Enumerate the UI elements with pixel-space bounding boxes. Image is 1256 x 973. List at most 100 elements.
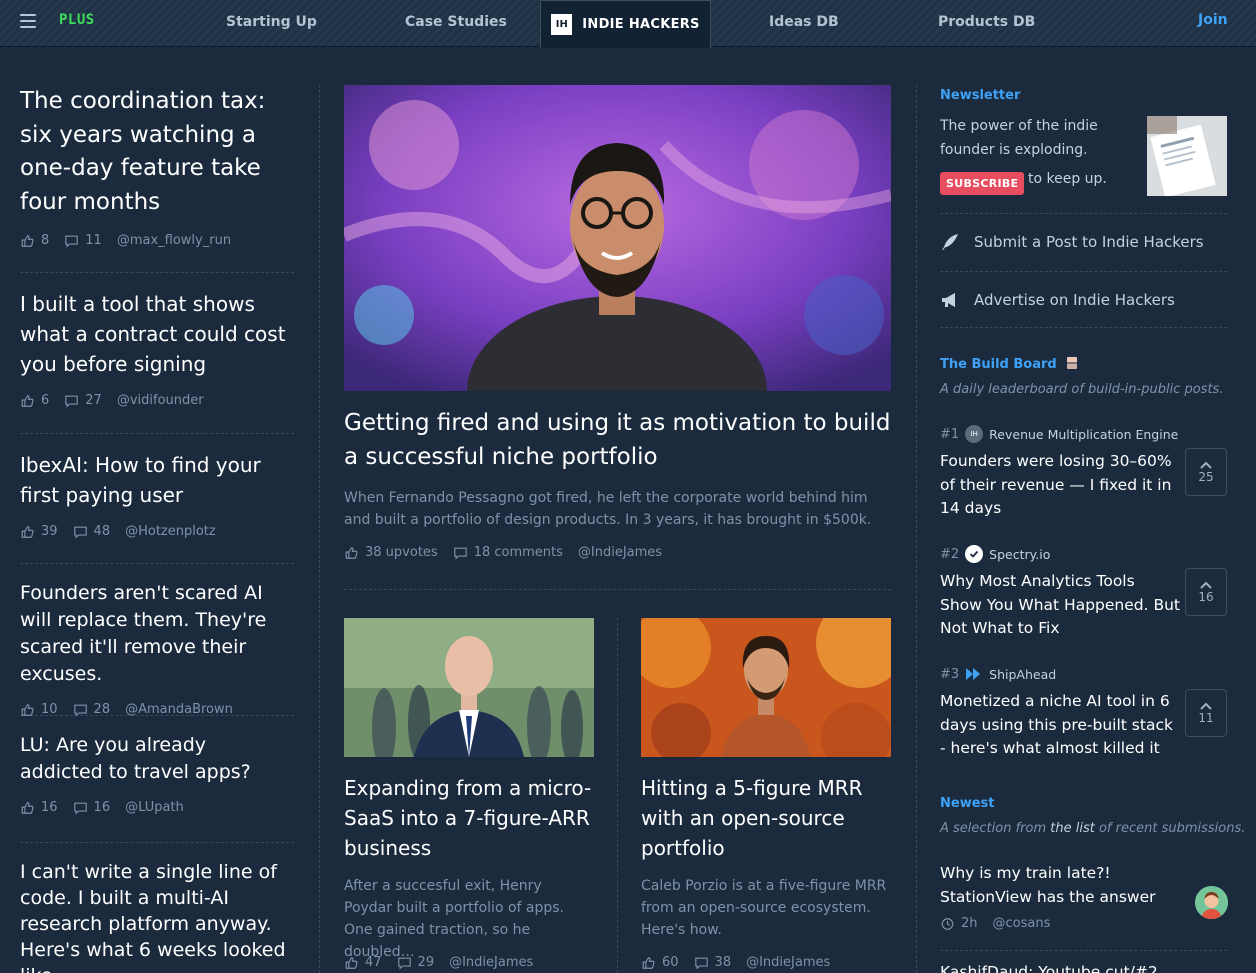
- comment-group[interactable]: 28: [73, 702, 110, 717]
- comment-icon: [65, 395, 79, 407]
- hero-image[interactable]: [344, 85, 891, 391]
- newest-sub-pre: A selection from: [940, 821, 1051, 836]
- post-title[interactable]: The coordination tax: six years watching…: [20, 85, 294, 219]
- upvote-count: 39: [41, 524, 58, 539]
- comment-group[interactable]: 16: [73, 800, 110, 815]
- upvote-group[interactable]: 39: [20, 524, 58, 539]
- comment-icon: [65, 235, 79, 247]
- left-post-list: The coordination tax: six years watching…: [20, 85, 294, 973]
- avatar[interactable]: [1195, 886, 1228, 919]
- comment-icon: [73, 802, 87, 814]
- upvote-group[interactable]: 10: [20, 702, 58, 717]
- newest-post-title[interactable]: Why is my train late?! StationView has t…: [940, 862, 1180, 909]
- card-title[interactable]: Expanding from a micro-SaaS into a 7-fig…: [344, 773, 594, 863]
- list-item: LU: Are you already addicted to travel a…: [20, 716, 294, 843]
- upvote-button[interactable]: 25: [1185, 448, 1227, 496]
- nav-case-studies[interactable]: Case Studies: [405, 14, 507, 30]
- board-post-title[interactable]: Founders were losing 30–60% of their rev…: [940, 450, 1180, 521]
- menu-icon[interactable]: [20, 14, 36, 28]
- nav-starting-up[interactable]: Starting Up: [226, 14, 317, 30]
- plus-logo[interactable]: PLUS: [59, 12, 95, 28]
- comment-icon: [694, 957, 708, 969]
- card-image[interactable]: [641, 618, 891, 757]
- list-item: The coordination tax: six years watching…: [20, 85, 294, 273]
- comment-icon: [73, 704, 87, 716]
- build-board-label-text: The Build Board: [940, 357, 1057, 372]
- thumbs-up-icon: [21, 234, 34, 247]
- post-author[interactable]: @IndieJames: [578, 545, 662, 560]
- newsletter-label[interactable]: Newsletter: [940, 88, 1020, 103]
- post-author[interactable]: @Hotzenplotz: [125, 524, 216, 539]
- board-company[interactable]: Spectry.io: [989, 547, 1050, 562]
- megaphone-icon: [942, 293, 955, 307]
- nav-indie-hackers[interactable]: IH INDIE HACKERS: [540, 0, 711, 48]
- post-author[interactable]: @LUpath: [125, 800, 184, 815]
- comment-group[interactable]: 29: [397, 955, 434, 970]
- upvote-arrow-icon: [1200, 702, 1212, 710]
- upvote-button[interactable]: 16: [1185, 568, 1227, 616]
- nav-indie-hackers-label: INDIE HACKERS: [582, 17, 700, 32]
- post-author[interactable]: @IndieJames: [746, 955, 830, 970]
- card-title[interactable]: Hitting a 5-figure MRR with an open-sour…: [641, 773, 891, 863]
- board-company[interactable]: ShipAhead: [989, 667, 1056, 682]
- comment-group[interactable]: 11: [64, 233, 102, 248]
- post-author[interactable]: @max_flowly_run: [117, 233, 231, 248]
- post-title[interactable]: Founders aren't scared AI will replace t…: [20, 580, 294, 688]
- build-board-label[interactable]: The Build Board: [940, 357, 1078, 372]
- join-link[interactable]: Join: [1198, 12, 1228, 28]
- card-illustration: [344, 618, 594, 757]
- sidebar-divider: [940, 950, 1227, 951]
- next-post-title[interactable]: KashifDaud: Youtube cut/#2...: [940, 963, 1173, 973]
- nav-ideas-db[interactable]: Ideas DB: [769, 14, 839, 30]
- newest-label[interactable]: Newest: [940, 796, 994, 811]
- advertise-label: Advertise on Indie Hackers: [974, 291, 1175, 309]
- subscribe-button[interactable]: SUBSCRIBE: [940, 172, 1025, 195]
- ih-logo-icon: IH: [551, 14, 573, 35]
- upvote-button[interactable]: 11: [1185, 689, 1227, 737]
- sidebar-divider: [940, 327, 1227, 328]
- post-author[interactable]: @cosans: [993, 916, 1051, 931]
- board-company[interactable]: Revenue Multiplication Engine: [989, 427, 1178, 442]
- newsletter-illustration: [1147, 116, 1227, 196]
- post-author[interactable]: @IndieJames: [449, 955, 533, 970]
- sidebar-divider: [940, 213, 1227, 214]
- upvote-group[interactable]: 8: [20, 233, 49, 248]
- nav-products-db[interactable]: Products DB: [938, 14, 1035, 30]
- board-post-title[interactable]: Monetized a niche AI tool in 6 days usin…: [940, 690, 1180, 761]
- comment-group[interactable]: 38: [694, 955, 731, 970]
- post-meta: 10 28 @AmandaBrown: [20, 702, 294, 717]
- comment-group[interactable]: 48: [73, 524, 110, 539]
- upvote-group[interactable]: 38 upvotes: [344, 545, 438, 560]
- company-logo-icon: IH: [965, 425, 984, 443]
- hero-title[interactable]: Getting fired and using it as motivation…: [344, 406, 891, 474]
- comment-icon: [397, 957, 411, 969]
- upvote-arrow-icon: [1200, 461, 1212, 469]
- board-post-title[interactable]: Why Most Analytics Tools Show You What H…: [940, 570, 1180, 641]
- upvote-group[interactable]: 6: [20, 393, 49, 408]
- post-title[interactable]: IbexAI: How to find your first paying us…: [20, 450, 294, 510]
- the-list-link[interactable]: the list: [1050, 821, 1095, 836]
- list-item: IbexAI: How to find your first paying us…: [20, 434, 294, 564]
- newsletter-thumbnail[interactable]: [1147, 116, 1227, 196]
- post-title[interactable]: I can't write a single line of code. I b…: [20, 859, 294, 973]
- post-author[interactable]: @AmandaBrown: [125, 702, 233, 717]
- advertise-link[interactable]: Advertise on Indie Hackers: [940, 290, 1175, 310]
- comment-group[interactable]: 27: [64, 393, 102, 408]
- upvote-group[interactable]: 16: [20, 800, 58, 815]
- vote-count: 16: [1198, 589, 1214, 604]
- upvote-group[interactable]: 47: [344, 955, 382, 970]
- column-divider: [319, 85, 320, 973]
- post-meta: 8 11 @max_flowly_run: [20, 233, 294, 248]
- build-board-subtitle: A daily leaderboard of build-in-public p…: [940, 382, 1224, 397]
- upvote-group[interactable]: 60: [641, 955, 679, 970]
- comment-group[interactable]: 18 comments: [453, 545, 563, 560]
- card-image[interactable]: [344, 618, 594, 757]
- hero-description: When Fernando Pessagno got fired, he lef…: [344, 490, 872, 528]
- thumbs-up-icon: [642, 956, 655, 969]
- post-title[interactable]: LU: Are you already addicted to travel a…: [20, 732, 294, 786]
- submit-post-link[interactable]: Submit a Post to Indie Hackers: [940, 232, 1204, 252]
- newest-sub-post: of recent submissions.: [1094, 821, 1246, 836]
- post-title[interactable]: I built a tool that shows what a contrac…: [20, 289, 294, 379]
- post-author[interactable]: @vidifounder: [117, 393, 204, 408]
- submit-post-label: Submit a Post to Indie Hackers: [974, 233, 1204, 251]
